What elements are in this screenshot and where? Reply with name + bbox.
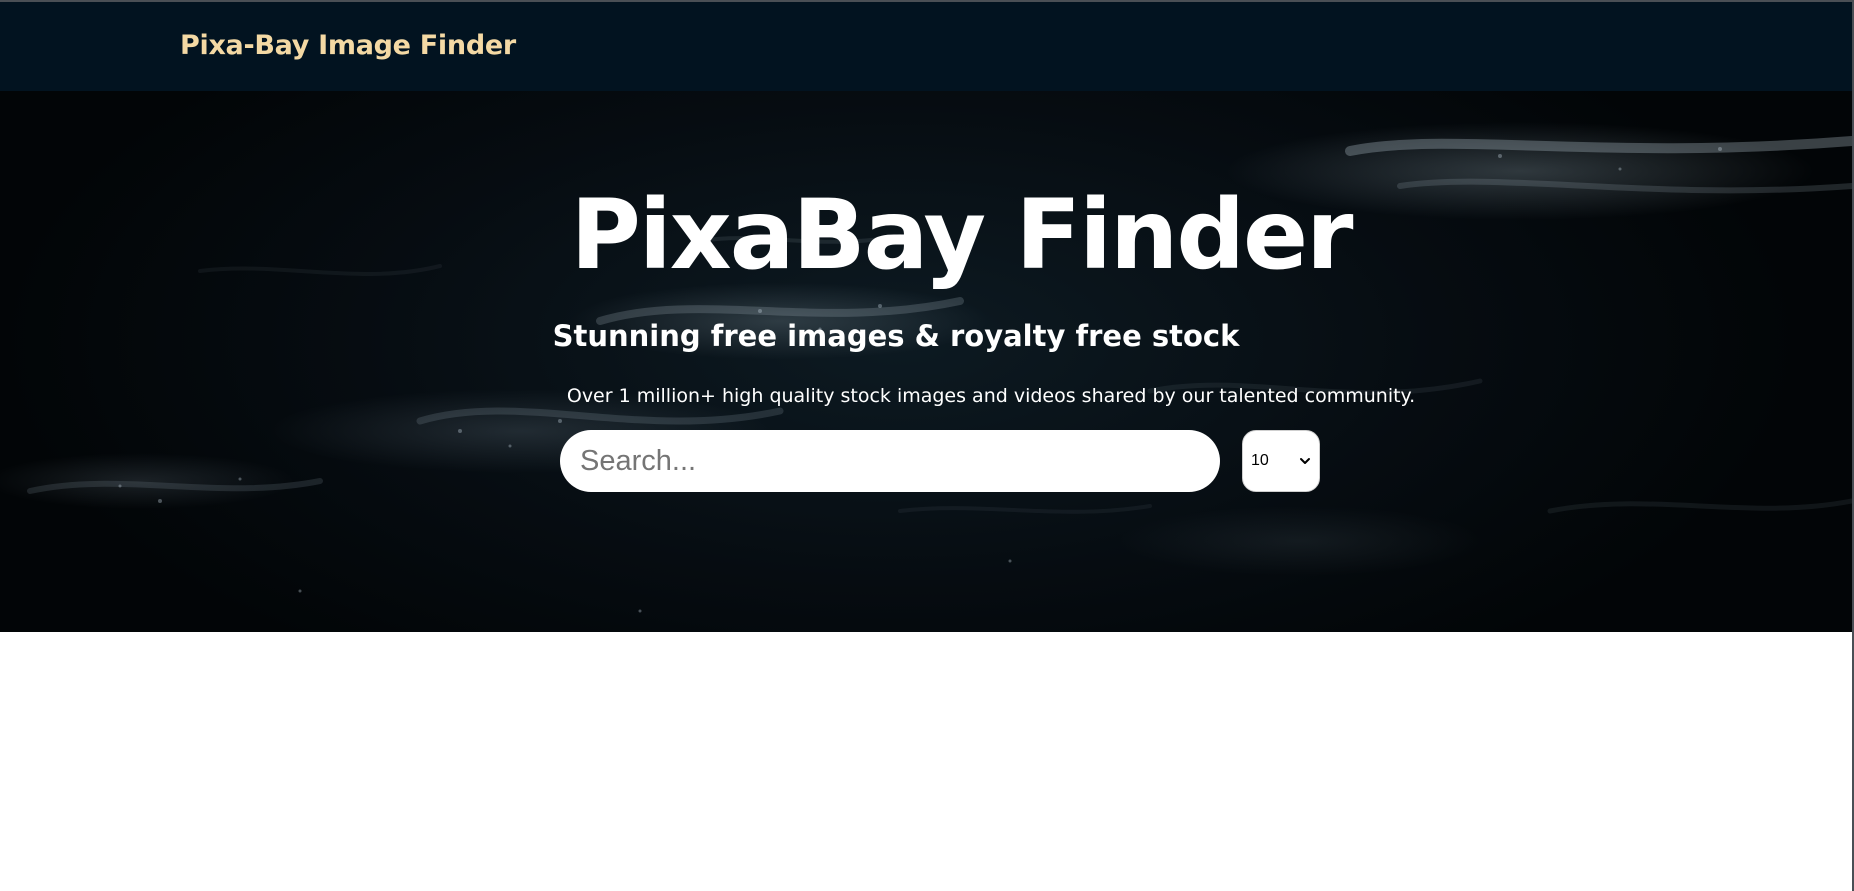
navbar: Pixa-Bay Image Finder bbox=[0, 2, 1852, 91]
search-input[interactable] bbox=[560, 430, 1220, 492]
hero-subtitle: Stunning free images & royalty free stoc… bbox=[552, 319, 1240, 353]
results-per-page-select[interactable]: 10 bbox=[1242, 430, 1320, 492]
page: Pixa-Bay Image Finder PixaBay Finder Stu… bbox=[0, 0, 1854, 891]
hero-title: PixaBay Finder bbox=[570, 179, 1354, 291]
hero-description: Over 1 million+ high quality stock image… bbox=[566, 385, 1416, 407]
hero-section: PixaBay Finder Stunning free images & ro… bbox=[0, 91, 1852, 632]
results-per-page-value: 10 bbox=[1251, 452, 1269, 469]
brand-link[interactable]: Pixa-Bay Image Finder bbox=[180, 30, 516, 61]
chevron-down-icon bbox=[1300, 458, 1310, 464]
ocean-background-image bbox=[27, 136, 1852, 613]
